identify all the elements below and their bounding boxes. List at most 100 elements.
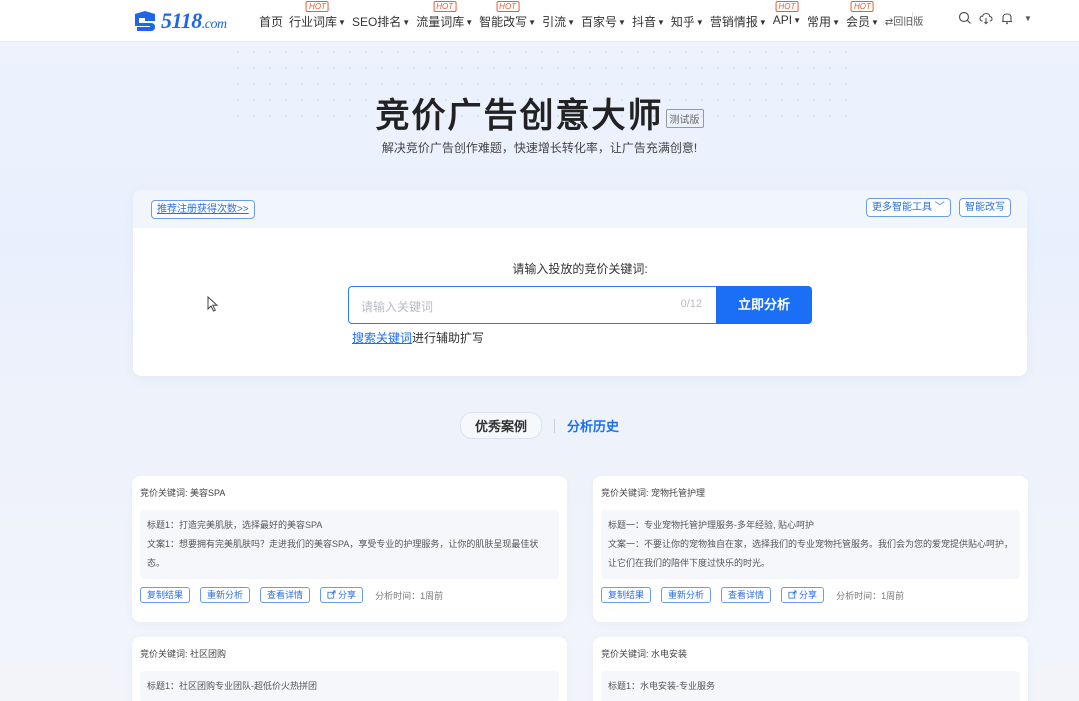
- case-card: 竞价关键词: 水电安装 标题1：水电安装-专业服务: [593, 637, 1028, 701]
- keyword-input[interactable]: 请输入关键词 0/12: [348, 286, 716, 324]
- case-actions: 复制结果 重新分析 查看详情 分享 分析时间：1周前: [132, 579, 567, 603]
- register-reward-link[interactable]: 推荐注册获得次数>>: [151, 200, 255, 219]
- caret-down-icon: ▼: [338, 18, 346, 27]
- nav-item[interactable]: 抖音▼: [632, 13, 665, 30]
- caret-down-icon: ▼: [759, 18, 767, 27]
- brand-name: 5118.com: [161, 8, 227, 34]
- caret-down-icon: ▼: [528, 18, 536, 27]
- chevron-down-icon: ﹀: [935, 202, 945, 213]
- nav-item-label: 抖音: [632, 15, 656, 29]
- nav-item[interactable]: HOT行业词库▼: [289, 13, 346, 30]
- case-content: 标题1：水电安装-专业服务: [601, 671, 1020, 701]
- nav-item[interactable]: 引流▼: [542, 13, 575, 30]
- analysis-time: 分析时间：1周前: [375, 589, 443, 602]
- nav-item-label: 引流: [542, 15, 566, 29]
- beta-badge: 测试版: [666, 109, 704, 128]
- reanalyze-button[interactable]: 重新分析: [661, 587, 711, 603]
- tab-divider: [554, 419, 555, 433]
- nav-item-label: 常用: [807, 15, 831, 29]
- hot-badge: HOT: [775, 1, 798, 12]
- user-menu-caret-icon[interactable]: ▼: [1024, 14, 1032, 23]
- keyword-analysis-card: 推荐注册获得次数>> 更多智能工具 ﹀ 智能改写 请输入投放的竞价关键词: 请输…: [133, 190, 1027, 376]
- nav-item[interactable]: HOT智能改写▼: [479, 13, 536, 30]
- mouse-pointer-icon: [207, 296, 219, 312]
- copy-result-button[interactable]: 复制结果: [601, 587, 651, 603]
- nav-item-label: 知乎: [671, 15, 695, 29]
- nav-item-label: API: [773, 13, 792, 27]
- nav-item-label: 行业词库: [289, 15, 337, 29]
- keyword-input-row: 请输入关键词 0/12 立即分析: [348, 286, 812, 324]
- caret-down-icon: ▼: [402, 18, 410, 27]
- caret-down-icon: ▼: [871, 18, 879, 27]
- tab-history[interactable]: 分析历史: [567, 416, 619, 435]
- nav-item-label: 流量词库: [416, 15, 464, 29]
- analyze-button[interactable]: 立即分析: [716, 286, 812, 324]
- nav-item-label: 营销情报: [710, 15, 758, 29]
- smart-rewrite-button[interactable]: 智能改写: [959, 198, 1011, 217]
- nav-divider: [912, 12, 913, 28]
- case-actions: 复制结果 重新分析 查看详情 分享 分析时间：1周前: [593, 579, 1028, 603]
- tab-cases[interactable]: 优秀案例: [460, 412, 542, 439]
- nav-item-label: 首页: [259, 15, 283, 29]
- case-copy: 文案1：想要拥有完美肌肤吗？走进我们的美容SPA，享受专业的护理服务，让你的肌肤…: [147, 535, 552, 573]
- share-button[interactable]: 分享: [320, 587, 363, 603]
- nav-item-label: SEO排名: [352, 15, 401, 29]
- caret-down-icon: ▼: [793, 16, 801, 25]
- logo-mark-icon: [132, 9, 158, 33]
- caret-down-icon: ▼: [567, 18, 575, 27]
- nav-item[interactable]: 首页: [259, 13, 283, 30]
- view-details-button[interactable]: 查看详情: [260, 587, 310, 603]
- case-card: 竞价关键词: 宠物托管护理 标题一：专业宠物托管护理服务-多年经验, 贴心呵护 …: [593, 476, 1028, 622]
- caret-down-icon: ▼: [696, 18, 704, 27]
- hot-badge: HOT: [851, 1, 874, 12]
- nav-item[interactable]: 百家号▼: [581, 13, 626, 30]
- nav-item[interactable]: 营销情报▼: [710, 13, 767, 30]
- page-subtitle: 解决竞价广告创作难题，快速增长转化率，让广告充满创意!: [0, 139, 1079, 156]
- nav-item-label: 百家号: [581, 15, 617, 29]
- old-version-link[interactable]: ⇄回旧版: [885, 13, 923, 30]
- aux-expand-hint: 搜索关键词进行辅助扩写: [352, 329, 484, 346]
- copy-result-button[interactable]: 复制结果: [140, 587, 190, 603]
- search-icon[interactable]: [958, 11, 972, 25]
- caret-down-icon: ▼: [657, 18, 665, 27]
- search-keyword-link[interactable]: 搜索关键词: [352, 331, 412, 345]
- caret-down-icon: ▼: [618, 18, 626, 27]
- nav-item[interactable]: SEO排名▼: [352, 13, 410, 30]
- char-counter: 0/12: [681, 298, 702, 310]
- case-title: 标题1：社区团购专业团队-超低价火热拼团: [147, 677, 552, 696]
- keyword-input-placeholder: 请输入关键词: [361, 298, 433, 315]
- case-card: 竞价关键词: 社区团购 标题1：社区团购专业团队-超低价火热拼团: [132, 637, 567, 701]
- hot-badge: HOT: [496, 1, 519, 12]
- nav-item-label: 会员: [846, 15, 870, 29]
- reanalyze-button[interactable]: 重新分析: [200, 587, 250, 603]
- case-keyword: 竞价关键词: 社区团购: [132, 637, 567, 665]
- share-icon: [327, 590, 336, 599]
- case-content: 标题一：专业宠物托管护理服务-多年经验, 贴心呵护 文案一：不要让你的宠物独自在…: [601, 510, 1020, 579]
- hot-badge: HOT: [433, 1, 456, 12]
- nav-item[interactable]: 常用▼: [807, 13, 840, 30]
- share-button[interactable]: 分享: [781, 587, 824, 603]
- nav-item[interactable]: 知乎▼: [671, 13, 704, 30]
- card-toolbar: 推荐注册获得次数>> 更多智能工具 ﹀ 智能改写: [133, 190, 1027, 228]
- view-details-button[interactable]: 查看详情: [721, 587, 771, 603]
- input-prompt: 请输入投放的竞价关键词:: [133, 260, 1027, 277]
- case-keyword: 竞价关键词: 宠物托管护理: [593, 476, 1028, 504]
- cloud-download-icon[interactable]: [979, 11, 993, 25]
- nav-item[interactable]: HOTAPI▼: [773, 13, 801, 30]
- nav-item[interactable]: HOT会员▼: [846, 13, 879, 30]
- analysis-time: 分析时间：1周前: [836, 589, 904, 602]
- case-keyword: 竞价关键词: 美容SPA: [132, 476, 567, 504]
- main-nav: 首页HOT行业词库▼SEO排名▼HOT流量词库▼HOT智能改写▼引流▼百家号▼抖…: [259, 13, 929, 30]
- header-icons: ▼: [958, 11, 1032, 25]
- brand-logo[interactable]: 5118.com: [132, 8, 227, 34]
- bell-icon[interactable]: [1000, 11, 1014, 25]
- nav-item-label: 智能改写: [479, 15, 527, 29]
- share-icon: [788, 590, 797, 599]
- more-tools-button[interactable]: 更多智能工具 ﹀: [866, 198, 951, 217]
- caret-down-icon: ▼: [832, 18, 840, 27]
- case-card: 竞价关键词: 美容SPA 标题1：打造完美肌肤，选择最好的美容SPA 文案1：想…: [132, 476, 567, 622]
- case-keyword: 竞价关键词: 水电安装: [593, 637, 1028, 665]
- nav-item[interactable]: HOT流量词库▼: [416, 13, 473, 30]
- case-title: 标题1：水电安装-专业服务: [608, 677, 1013, 696]
- case-title: 标题1：打造完美肌肤，选择最好的美容SPA: [147, 516, 552, 535]
